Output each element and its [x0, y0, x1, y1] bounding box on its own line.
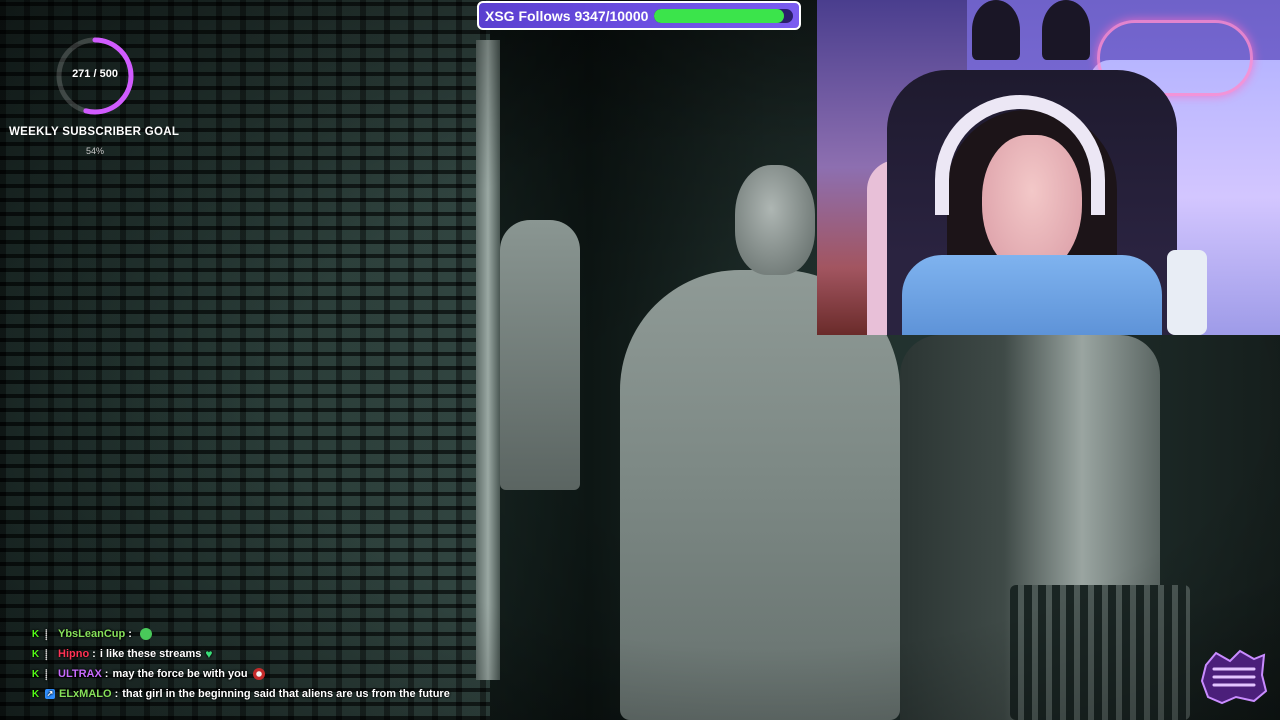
shirt-image — [902, 255, 1162, 335]
chat-username: YbsLeanCup — [58, 628, 126, 640]
chat-username: ULTRAX — [58, 668, 102, 680]
chat-username: ELxMALO — [59, 688, 112, 700]
green-blob-emote-icon — [139, 628, 152, 640]
kick-badge-icon: K — [31, 688, 40, 700]
chat-separator: : — [128, 628, 132, 640]
subscriber-count: 271 / 500 — [72, 68, 118, 80]
follow-goal-label: XSG Follows 9347/10000 — [485, 7, 649, 24]
subscriber-goal-title: WEEKLY SUBSCRIBER GOAL — [9, 126, 180, 138]
chat-text: i like these streams — [99, 648, 202, 660]
chat-message: K ⸽ Hipno : i like these streams ♥ — [30, 644, 500, 664]
cat-ear-left-image — [972, 0, 1020, 60]
chat-text: that girl in the beginning said that ali… — [122, 688, 450, 700]
sword-badge-icon: ⸽ — [45, 670, 48, 681]
chat-separator: : — [114, 688, 119, 700]
chat-message: K ⸽ YbsLeanCup : — [30, 624, 500, 644]
subscriber-goal-percent: 54% — [86, 146, 105, 156]
chat-text: may the force be with you — [112, 668, 248, 680]
green-heart-emote-icon: ♥ — [205, 647, 213, 661]
kick-badge-icon: K — [31, 668, 40, 680]
chat-separator: : — [92, 648, 96, 660]
chat-overlay: K ⸽ YbsLeanCup : K ⸽ Hipno : i like thes… — [30, 624, 500, 704]
kick-badge-icon: K — [31, 628, 40, 640]
follow-goal-fill — [654, 8, 784, 23]
follow-goal-widget: XSG Follows 9347/10000 — [477, 1, 801, 30]
follow-goal-track — [654, 8, 793, 23]
sword-badge-icon: ⸽ — [45, 650, 48, 661]
blue-badge-icon: ↗ — [45, 689, 55, 699]
chat-separator: : — [104, 668, 109, 680]
webcam-feed — [817, 0, 1280, 335]
chat-username: Hipno — [58, 648, 90, 660]
streamer-logo-icon — [1200, 649, 1268, 705]
microphone-image — [1167, 250, 1207, 335]
chat-message: K ↗ ELxMALO : that girl in the beginning… — [30, 684, 500, 704]
sword-badge-icon: ⸽ — [45, 630, 48, 641]
subscriber-goal-widget: 271 / 500 WEEKLY SUBSCRIBER GOAL 54% — [0, 30, 190, 160]
chat-message: K ⸽ ULTRAX : may the force be with you — [30, 664, 500, 684]
cat-ear-right-image — [1042, 0, 1090, 60]
kick-badge-icon: K — [31, 648, 40, 660]
stormtrooper-emote-icon — [252, 668, 265, 680]
